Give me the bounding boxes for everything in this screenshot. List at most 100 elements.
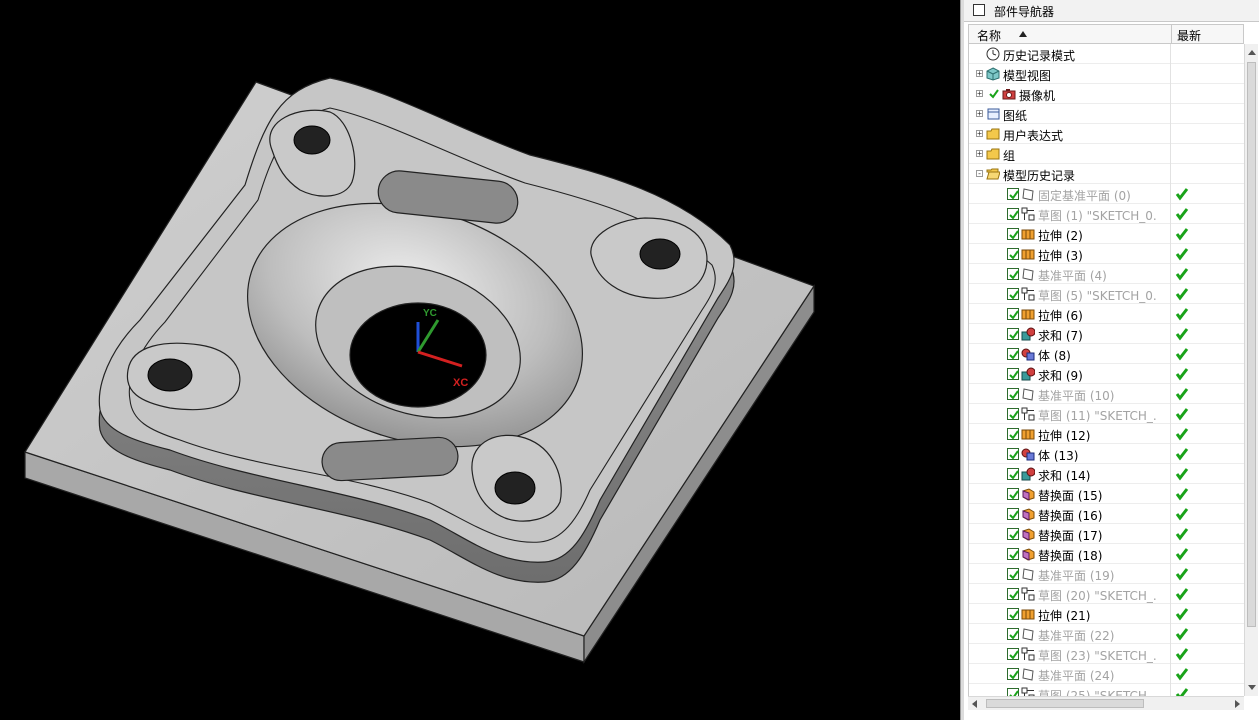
tree-node[interactable]: 体 (13) [969,444,1244,464]
horizontal-scroll-thumb[interactable] [986,699,1144,708]
feature-checkbox[interactable] [1007,508,1019,520]
feature-checkbox[interactable] [1007,228,1019,240]
column-separator [1170,124,1171,144]
graphics-viewport[interactable]: XC YC [0,0,960,720]
lug-hole-right [639,238,681,270]
tree-node[interactable]: 基准平面 (4) [969,264,1244,284]
feature-checkbox[interactable] [1007,428,1019,440]
expand-icon[interactable]: + [976,130,983,138]
tree-node-label: 替换面 (18) [1038,549,1103,563]
tree-node[interactable]: 替换面 (18) [969,544,1244,564]
datum-plane-icon [1022,568,1034,581]
expand-icon[interactable]: + [976,90,983,98]
feature-checkbox[interactable] [1007,308,1019,320]
column-header-name-label: 名称 [977,29,1002,43]
tree-node[interactable]: 替换面 (16) [969,504,1244,524]
vertical-scroll-thumb[interactable] [1247,62,1256,627]
expand-icon[interactable]: + [976,110,983,118]
scroll-left-icon[interactable] [972,700,977,708]
sort-ascending-icon [1019,31,1027,37]
feature-checkbox[interactable] [1007,448,1019,460]
tree-node[interactable]: 求和 (7) [969,324,1244,344]
lug-hole-left [147,358,193,392]
column-header-name[interactable]: 名称 [969,25,1172,43]
tree-node-label: 基准平面 (22) [1038,629,1115,643]
tree-node[interactable]: + 摄像机 [969,84,1244,104]
tree-node[interactable]: 固定基准平面 (0) [969,184,1244,204]
cad-model[interactable]: XC YC [0,0,960,720]
tree-node[interactable]: + 用户表达式 [969,124,1244,144]
feature-checkbox[interactable] [1007,368,1019,380]
collapse-icon[interactable]: - [976,170,983,178]
tree-node[interactable]: 替换面 (17) [969,524,1244,544]
tree-node[interactable]: 草图 (20) "SKETCH_... [969,584,1244,604]
extrude-icon [1021,249,1035,260]
feature-checkbox[interactable] [1007,568,1019,580]
feature-checkbox[interactable] [1007,468,1019,480]
tree-node[interactable]: 求和 (9) [969,364,1244,384]
center-bore[interactable] [349,302,487,408]
feature-checkbox[interactable] [1007,548,1019,560]
feature-checkbox[interactable] [1007,268,1019,280]
extrude-icon [1021,429,1035,440]
tree-node[interactable]: + 模型视图 [969,64,1244,84]
feature-checkbox[interactable] [1007,688,1019,696]
tree-node[interactable]: 拉伸 (2) [969,224,1244,244]
feature-checkbox[interactable] [1007,588,1019,600]
tree-node[interactable]: 拉伸 (6) [969,304,1244,324]
tree-node[interactable]: 拉伸 (3) [969,244,1244,264]
visible-check-icon[interactable] [988,88,1000,100]
latest-check-icon [1175,568,1189,581]
tree-node[interactable]: - 模型历史记录 [969,164,1244,184]
expand-icon[interactable]: + [976,70,983,78]
tree-node[interactable]: 基准平面 (10) [969,384,1244,404]
feature-checkbox[interactable] [1007,208,1019,220]
feature-checkbox[interactable] [1007,248,1019,260]
tree-node[interactable]: 基准平面 (24) [969,664,1244,684]
feature-checkbox[interactable] [1007,288,1019,300]
tree-node[interactable]: 草图 (25) "SKETCH_... [969,684,1244,696]
column-separator [1170,424,1171,444]
tree-node[interactable]: 草图 (5) "SKETCH_0... [969,284,1244,304]
scroll-up-icon[interactable] [1248,50,1256,55]
tree-node[interactable]: 求和 (14) [969,464,1244,484]
lug-hole-top-left [293,125,331,155]
tree-node[interactable]: 草图 (11) "SKETCH_... [969,404,1244,424]
feature-checkbox[interactable] [1007,348,1019,360]
column-header-latest[interactable]: 最新 [1177,27,1201,44]
feature-checkbox[interactable] [1007,528,1019,540]
tree-node[interactable]: 草图 (1) "SKETCH_0... [969,204,1244,224]
feature-checkbox[interactable] [1007,188,1019,200]
tree-node[interactable]: 拉伸 (12) [969,424,1244,444]
tree-node[interactable]: 替换面 (15) [969,484,1244,504]
tree-node-label: 替换面 (16) [1038,509,1103,523]
feature-checkbox[interactable] [1007,488,1019,500]
tree-node[interactable]: 拉伸 (21) [969,604,1244,624]
tree-node[interactable]: 草图 (23) "SKETCH_... [969,644,1244,664]
scroll-right-icon[interactable] [1235,700,1240,708]
slot-bottom[interactable] [321,436,459,482]
column-separator [1170,164,1171,184]
feature-checkbox[interactable] [1007,388,1019,400]
feature-checkbox[interactable] [1007,648,1019,660]
tree-node[interactable]: 体 (8) [969,344,1244,364]
tree-node[interactable]: + 图纸 [969,104,1244,124]
tree-node[interactable]: + 组 [969,144,1244,164]
navigator-pin-icon[interactable] [973,4,985,16]
feature-checkbox[interactable] [1007,608,1019,620]
feature-checkbox[interactable] [1007,328,1019,340]
tree-node[interactable]: 基准平面 (19) [969,564,1244,584]
vertical-scrollbar[interactable] [1244,44,1258,696]
horizontal-scrollbar[interactable] [968,696,1244,710]
feature-checkbox[interactable] [1007,408,1019,420]
sketch-icon [1021,587,1035,601]
column-separator [1170,524,1171,544]
tree-node[interactable]: 基准平面 (22) [969,624,1244,644]
feature-checkbox[interactable] [1007,628,1019,640]
tree-node-label: 求和 (14) [1038,469,1091,483]
scroll-down-icon[interactable] [1248,685,1256,690]
expand-icon[interactable]: + [976,150,983,158]
replace-face-icon [1022,528,1035,541]
feature-checkbox[interactable] [1007,668,1019,680]
tree-node[interactable]: 历史记录模式 [969,44,1244,64]
